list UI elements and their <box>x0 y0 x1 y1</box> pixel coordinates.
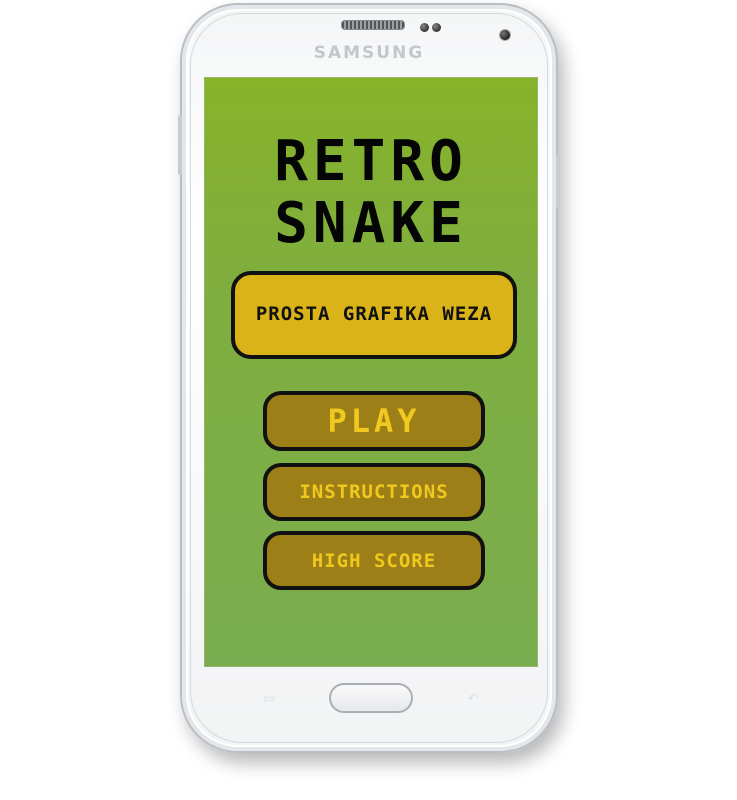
brand-logo: SAMSUNG <box>313 43 425 63</box>
game-title-line1: RETRO <box>274 129 468 194</box>
game-screen: RETRO SNAKE PROSTA GRAFIKA WEZA PLAY INS… <box>204 77 538 667</box>
phone-device: SAMSUNG RETRO SNAKE PROSTA GRAFIKA WEZA … <box>178 3 560 753</box>
stage: SAMSUNG RETRO SNAKE PROSTA GRAFIKA WEZA … <box>0 0 737 800</box>
light-sensor <box>432 23 441 32</box>
earpiece-speaker <box>341 20 405 30</box>
front-camera-icon <box>499 29 511 41</box>
volume-key <box>178 115 182 175</box>
play-button[interactable]: PLAY <box>263 391 485 451</box>
recent-apps-icon[interactable]: ▭ <box>260 692 278 704</box>
high-score-button[interactable]: HIGH SCORE <box>263 531 485 590</box>
subtitle-banner-text: PROSTA GRAFIKA WEZA <box>255 303 493 326</box>
proximity-sensor <box>420 23 429 32</box>
subtitle-banner: PROSTA GRAFIKA WEZA <box>231 271 517 359</box>
home-button[interactable] <box>329 683 413 713</box>
back-icon[interactable]: ↶ <box>464 692 482 704</box>
instructions-button[interactable]: INSTRUCTIONS <box>263 463 485 521</box>
game-title-line2: SNAKE <box>274 191 468 256</box>
power-key <box>556 155 560 209</box>
